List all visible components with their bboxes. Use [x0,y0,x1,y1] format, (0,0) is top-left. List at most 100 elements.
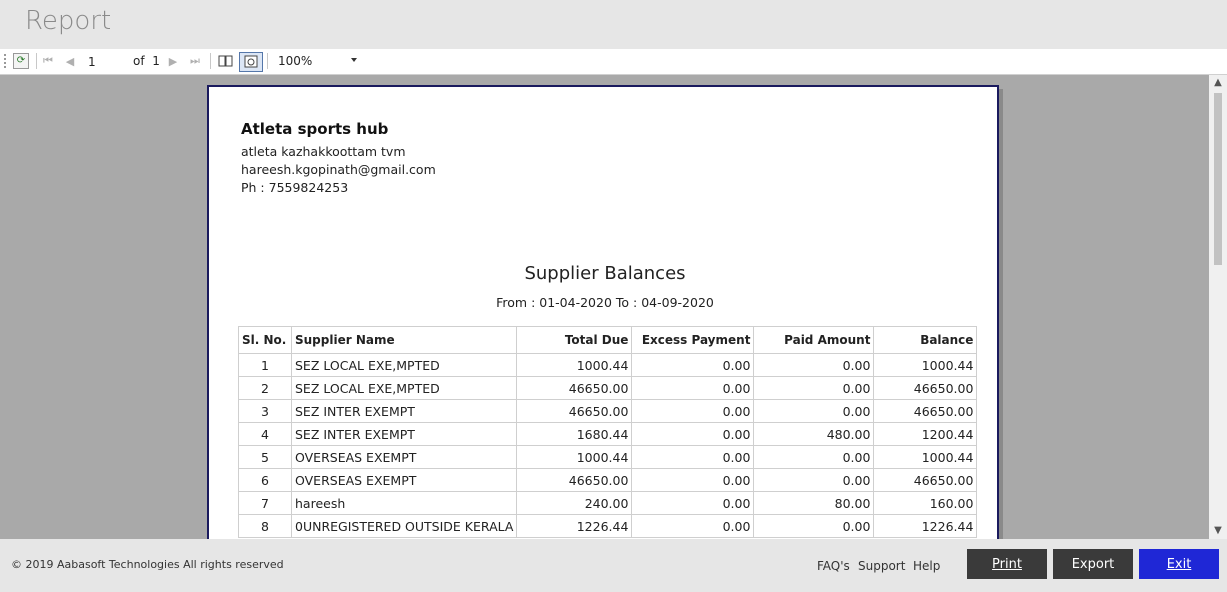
paid-amount-cell: 0.00 [753,514,875,538]
refresh-button[interactable]: ⟳ [12,52,30,70]
serial-cell: 6 [238,468,292,492]
balance-cell: 160.00 [873,491,978,515]
scroll-up-icon[interactable]: ▲ [1209,75,1227,91]
toolbar-separator [210,53,211,69]
paid-amount-cell: 0.00 [753,353,875,377]
supplier-name-cell: OVERSEAS EXEMPT [290,468,518,492]
excess-payment-cell: 0.00 [631,445,755,469]
copyright-text: © 2019 Aabasoft Technologies All rights … [11,558,284,571]
excess-payment-cell: 0.00 [631,353,755,377]
paid-amount-cell: 0.00 [753,445,875,469]
balance-cell: 46650.00 [873,376,978,400]
serial-cell: 3 [238,399,292,423]
faq-link[interactable]: FAQ's [817,559,850,573]
table-row: 8 0UNREGISTERED OUTSIDE KERALA 1226.44 0.00… [238,514,978,538]
footer-bar: © 2019 Aabasoft Technologies All rights … [0,539,1227,592]
scrollbar-thumb[interactable] [1214,93,1222,265]
next-page-icon: ▶ [168,54,178,68]
toolbar-grip[interactable] [4,54,8,68]
serial-cell: 8 [238,514,292,538]
chevron-down-icon [351,58,357,62]
excess-payment-cell: 0.00 [631,422,755,446]
print-button[interactable]: Print [967,549,1047,579]
excess-payment-cell: 0.00 [631,491,755,515]
title-bar: Report [0,0,1227,48]
table-row: 5 OVERSEAS EXEMPT 1000.44 0.00 0.00 1000.44 [238,445,978,469]
print-preview-icon [244,55,258,68]
book-icon [218,55,233,67]
company-phone: Ph : 7559824253 [241,180,349,195]
previous-page-button[interactable]: ◀ [63,52,77,70]
page-number-input[interactable] [88,54,128,70]
total-due-cell: 46650.00 [516,399,633,423]
paid-amount-cell: 0.00 [753,399,875,423]
toolbar-separator [36,53,37,69]
supplier-name-cell: OVERSEAS EXEMPT [290,445,518,469]
excess-payment-cell: 0.00 [631,376,755,400]
paid-amount-cell: 0.00 [753,468,875,492]
serial-cell: 7 [238,491,292,515]
first-page-button[interactable]: ⏮ [41,52,55,70]
paid-amount-cell: 480.00 [753,422,875,446]
export-button[interactable]: Export [1053,549,1133,579]
balance-cell: 46650.00 [873,468,978,492]
supplier-balances-table: Sl. No. Supplier Name Total Due Excess P… [238,326,978,538]
table-row: 2 SEZ LOCAL EXE,MPTED 46650.00 0.00 0.00 4665… [238,376,978,400]
column-header: Sl. No. [238,326,292,354]
balance-cell: 1000.44 [873,353,978,377]
paid-amount-cell: 0.00 [753,376,875,400]
supplier-name-cell: SEZ LOCAL EXE,MPTED [290,353,518,377]
balance-cell: 46650.00 [873,399,978,423]
excess-payment-cell: 0.00 [631,399,755,423]
help-link[interactable]: Help [913,559,940,573]
toolbar-separator [267,53,268,69]
table-row: 3 SEZ INTER EXEMPT 46650.00 0.00 0.00 46650.0… [238,399,978,423]
table-row: 4 SEZ INTER EXEMPT 1680.44 0.00 480.00 1200.4… [238,422,978,446]
excess-payment-cell: 0.00 [631,514,755,538]
column-header: Paid Amount [753,326,875,354]
print-layout-button[interactable] [239,52,263,72]
report-date-range: From : 01-04-2020 To : 04-09-2020 [496,295,714,310]
scroll-down-icon[interactable]: ▼ [1209,523,1227,539]
total-due-cell: 1000.44 [516,445,633,469]
previous-page-icon: ◀ [65,54,75,68]
company-email: hareesh.kgopinath@gmail.com [241,162,436,177]
column-header: Supplier Name [290,326,518,354]
total-due-cell: 46650.00 [516,468,633,492]
report-viewport[interactable]: Atleta sports hub atleta kazhakkoottam t… [0,75,1209,539]
supplier-name-cell: SEZ INTER EXEMPT [290,422,518,446]
excess-payment-cell: 0.00 [631,468,755,492]
total-due-cell: 1680.44 [516,422,633,446]
table-header-row: Sl. No. Supplier Name Total Due Excess P… [238,326,978,354]
supplier-name-cell: SEZ LOCAL EXE,MPTED [290,376,518,400]
serial-cell: 2 [238,376,292,400]
company-name: Atleta sports hub [241,120,389,138]
vertical-scrollbar[interactable]: ▲ ▼ [1209,75,1227,539]
last-page-icon: ⏭ [190,54,200,67]
total-due-cell: 1226.44 [516,514,633,538]
column-header: Balance [873,326,978,354]
document-map-button[interactable] [216,52,236,70]
column-header: Total Due [516,326,633,354]
report-title: Supplier Balances [524,263,686,284]
table-row: 1 SEZ LOCAL EXE,MPTED 1000.44 0.00 0.00 1000.… [238,353,978,377]
support-link[interactable]: Support [858,559,905,573]
balance-cell: 1200.44 [873,422,978,446]
table-row: 7 hareesh 240.00 0.00 80.00 160.00 [238,491,978,515]
total-due-cell: 1000.44 [516,353,633,377]
first-page-icon: ⏮ [43,54,53,67]
balance-cell: 1226.44 [873,514,978,538]
table-row: 6 OVERSEAS EXEMPT 46650.00 0.00 0.00 46650.00 [238,468,978,492]
last-page-button[interactable]: ⏭ [188,52,202,70]
zoom-select[interactable]: 100% [275,53,359,70]
window-title: Report [25,6,112,36]
column-header: Excess Payment [631,326,755,354]
serial-cell: 4 [238,422,292,446]
total-due-cell: 240.00 [516,491,633,515]
next-page-button[interactable]: ▶ [166,52,180,70]
balance-cell: 1000.44 [873,445,978,469]
exit-button[interactable]: Exit [1139,549,1219,579]
supplier-name-cell: 0UNREGISTERED OUTSIDE KERALA [290,514,518,538]
supplier-name-cell: hareesh [290,491,518,515]
paid-amount-cell: 80.00 [753,491,875,515]
